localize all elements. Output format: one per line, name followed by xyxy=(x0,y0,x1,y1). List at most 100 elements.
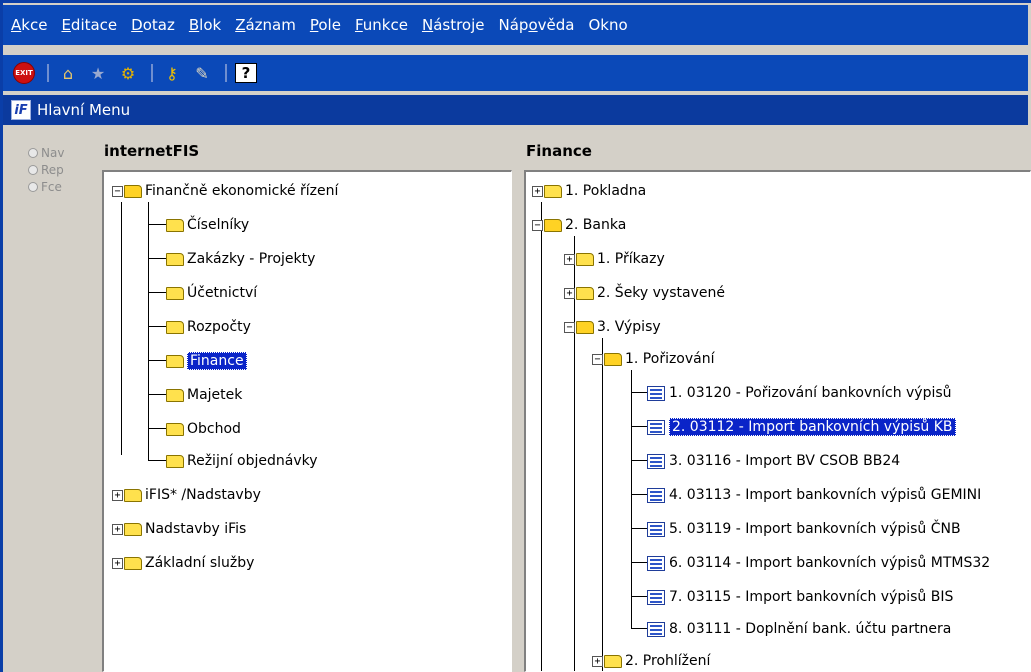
menu-item[interactable]: Pole xyxy=(310,16,341,34)
folder-icon xyxy=(576,252,594,266)
tree-node-ucetnictvi[interactable]: Účetnictví xyxy=(166,282,257,304)
tree-node-banka[interactable]: −2. Banka xyxy=(532,214,626,236)
tree-connector xyxy=(631,370,632,628)
tree-node-pokladna[interactable]: +1. Pokladna xyxy=(532,180,646,202)
tree-node-prikazy[interactable]: +1. Příkazy xyxy=(564,248,665,270)
expand-icon[interactable]: + xyxy=(592,655,603,667)
form-item[interactable]: 3. 03116 - Import BV CSOB BB24 xyxy=(647,450,900,472)
form-icon xyxy=(647,453,665,469)
form-icon xyxy=(647,589,665,605)
folder-icon xyxy=(166,388,184,402)
menu-item[interactable]: Blok xyxy=(189,16,221,34)
folder-icon xyxy=(124,488,142,502)
home-button[interactable]: ⌂ xyxy=(55,60,81,86)
tree-node-zakazky[interactable]: Zakázky - Projekty xyxy=(166,248,315,270)
tree-node-ifis-nadstavby[interactable]: + iFIS* /Nadstavby xyxy=(112,484,261,506)
form-item[interactable]: 4. 03113 - Import bankovních výpisů GEMI… xyxy=(647,484,981,506)
form-item[interactable]: 7. 03115 - Import bankovních výpisů BIS xyxy=(647,586,953,608)
tree-button[interactable]: ⚙ xyxy=(115,60,141,86)
form-item[interactable]: 6. 03114 - Import bankovních výpisů MTMS… xyxy=(647,552,990,574)
collapse-icon[interactable]: − xyxy=(112,185,123,197)
expand-icon[interactable]: + xyxy=(564,253,575,265)
menu-item[interactable]: Okno xyxy=(588,16,627,34)
key-button[interactable]: ⚷ xyxy=(159,60,185,86)
tree-connector xyxy=(602,338,603,671)
radio-rep[interactable]: Rep xyxy=(28,161,64,178)
expand-icon[interactable]: + xyxy=(112,557,123,569)
radio-circle xyxy=(28,181,38,192)
tree-node-obchod[interactable]: Obchod xyxy=(166,418,241,440)
open-folder-icon xyxy=(544,218,562,232)
menu-item[interactable]: Dotaz xyxy=(131,16,175,34)
key-icon: ⚷ xyxy=(166,63,178,83)
radio-nav[interactable]: Nav xyxy=(28,144,64,161)
menu-item[interactable]: Záznam xyxy=(235,16,296,34)
exit-button[interactable]: EXIT xyxy=(11,60,37,86)
form-item-selected[interactable]: 2. 03112 - Import bankovních výpisů KB xyxy=(647,416,956,438)
tree-node-majetek[interactable]: Majetek xyxy=(166,384,242,406)
collapse-icon[interactable]: − xyxy=(532,219,543,231)
left-tree-title: internetFIS xyxy=(104,142,200,160)
menu-item[interactable]: Nápověda xyxy=(499,16,575,34)
right-tree-title: Finance xyxy=(526,142,592,160)
expand-icon[interactable]: + xyxy=(532,185,543,197)
tree-connector xyxy=(541,202,542,671)
favorite-button[interactable]: ★ xyxy=(85,60,111,86)
folder-icon xyxy=(166,320,184,334)
radio-circle xyxy=(28,164,38,175)
form-item[interactable]: 8. 03111 - Doplnění bank. účtu partnera xyxy=(647,618,951,640)
form-icon xyxy=(647,487,665,503)
menu-item[interactable]: Editace xyxy=(61,16,117,34)
form-icon xyxy=(647,419,665,435)
exit-icon: EXIT xyxy=(13,62,35,84)
open-folder-icon xyxy=(576,320,594,334)
wrench-icon: ✎ xyxy=(195,63,209,83)
tree-connector xyxy=(121,202,122,455)
folder-icon xyxy=(166,422,184,436)
tree-node-seky[interactable]: +2. Šeky vystavené xyxy=(564,282,725,304)
tree-connector xyxy=(148,202,149,460)
tree-node-vypisy[interactable]: −3. Výpisy xyxy=(564,316,661,338)
tree-node-nadstavby-ifis[interactable]: + Nadstavby iFis xyxy=(112,518,246,540)
tree-node-prohlizeni[interactable]: +2. Prohlížení xyxy=(592,650,710,671)
help-button[interactable]: ? xyxy=(233,60,259,86)
form-icon xyxy=(647,521,665,537)
right-tree: +1. Pokladna −2. Banka +1. Příkazy +2. Š… xyxy=(524,170,1031,672)
tree-node-ciselniky[interactable]: Číselníky xyxy=(166,214,249,236)
expand-icon[interactable]: + xyxy=(112,523,123,535)
tree-node-porizovani[interactable]: −1. Pořizování xyxy=(592,348,715,370)
star-icon: ★ xyxy=(90,63,106,83)
menu-bar: Akce Editace Dotaz Blok Záznam Pole Funkce Nást… xyxy=(3,5,1028,45)
view-mode-radios: Nav Rep Fce xyxy=(28,144,64,195)
toolbar-separator xyxy=(151,64,153,82)
collapse-icon[interactable]: − xyxy=(564,321,575,333)
tree-node-root[interactable]: − Finančně ekonomické řízení xyxy=(112,180,338,202)
expand-icon[interactable]: + xyxy=(564,287,575,299)
tree-node-rozpocty[interactable]: Rozpočty xyxy=(166,316,251,338)
tree-node-rezijni[interactable]: Režijní objednávky xyxy=(166,450,318,472)
collapse-icon[interactable]: − xyxy=(592,353,603,365)
toolbar-separator xyxy=(225,64,227,82)
form-icon xyxy=(647,385,665,401)
app-icon: iF xyxy=(11,100,31,120)
folder-icon xyxy=(166,252,184,266)
menu-item[interactable]: Funkce xyxy=(355,16,408,34)
toolbar-separator xyxy=(47,64,49,82)
tree-icon: ⚙ xyxy=(120,63,136,83)
menu-item[interactable]: Akce xyxy=(11,16,47,34)
folder-icon xyxy=(124,522,142,536)
folder-icon xyxy=(166,354,184,368)
folder-icon xyxy=(124,556,142,570)
tree-node-finance[interactable]: Finance xyxy=(166,350,247,372)
form-icon xyxy=(647,555,665,571)
folder-icon xyxy=(166,218,184,232)
window-title-bar: iF Hlavní Menu xyxy=(3,95,1028,125)
tree-node-zakladni-sluzby[interactable]: + Základní služby xyxy=(112,552,254,574)
expand-icon[interactable]: + xyxy=(112,489,123,501)
wrench-button[interactable]: ✎ xyxy=(189,60,215,86)
help-icon: ? xyxy=(235,63,257,83)
radio-fce[interactable]: Fce xyxy=(28,178,64,195)
form-item[interactable]: 1. 03120 - Pořizování bankovních výpisů xyxy=(647,382,952,404)
form-item[interactable]: 5. 03119 - Import bankovních výpisů ČNB xyxy=(647,518,961,540)
menu-item[interactable]: Nástroje xyxy=(422,16,485,34)
